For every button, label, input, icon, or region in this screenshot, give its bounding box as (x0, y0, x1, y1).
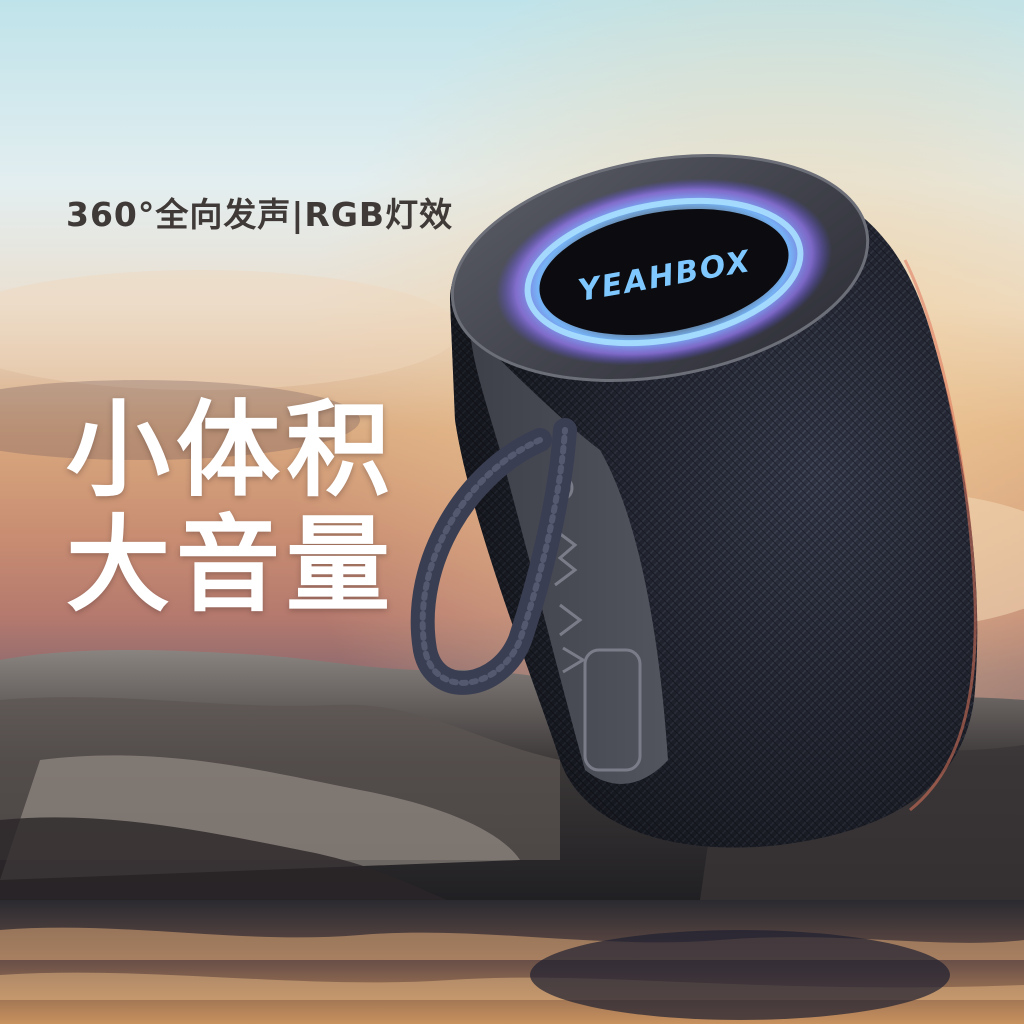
headline-line-2: 大音量 (66, 504, 397, 626)
product-ad-image: YEAHBOX 360°全向发声|RGB灯效 小体积 大音量 (0, 0, 1024, 1024)
tagline: 360°全向发声|RGB灯效 (66, 195, 454, 234)
